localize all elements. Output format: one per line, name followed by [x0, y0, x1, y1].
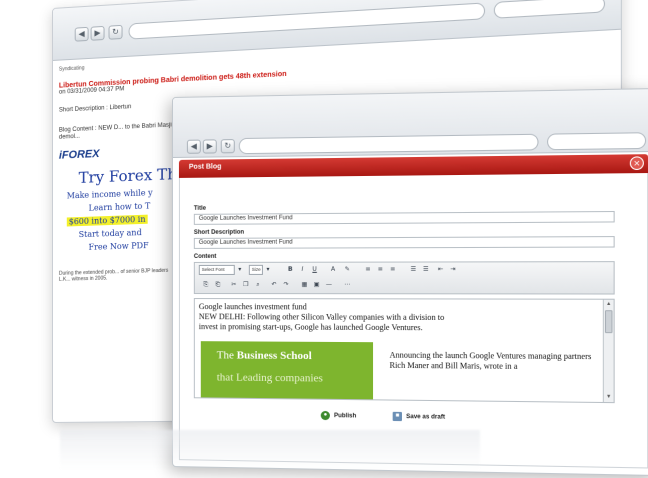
forward-arrow-icon[interactable]: ▶ — [90, 25, 105, 41]
refresh-icon[interactable]: ↻ — [220, 139, 235, 154]
font-dropdown-icon[interactable]: ▾ — [235, 265, 245, 275]
editor-line-3: invest in promising start-ups, Google ha… — [198, 322, 423, 333]
publish-label: Publish — [334, 413, 357, 420]
back-arrow-icon[interactable]: ◀ — [74, 26, 89, 42]
front-browser-window: ◀ ▶ ↻ Post Blog × Title Google Launches … — [172, 87, 648, 477]
green-ad-line-1: The Business School — [216, 349, 312, 363]
size-select[interactable]: Size — [248, 264, 263, 275]
image-icon[interactable]: ▣ — [312, 280, 322, 290]
search-bar[interactable] — [547, 132, 647, 151]
save-draft-button[interactable]: ■ Save as draft — [392, 411, 446, 422]
toolbar-row-1: Select Font ▾ Size ▾ B I U A ✎ ≡ ≡ ≡ ☰ ☰… — [198, 264, 609, 277]
ad-line-highlight: $600 into $7000 in — [66, 214, 148, 227]
scroll-thumb[interactable] — [604, 310, 613, 334]
business-school-ad[interactable]: The Business School that Leading compani… — [200, 341, 374, 404]
bold-button[interactable]: B — [285, 265, 295, 275]
url-bar[interactable] — [238, 133, 539, 155]
publish-icon: ● — [320, 410, 330, 421]
cut-icon[interactable]: ✂ — [229, 280, 239, 290]
horizontal-rule-icon[interactable]: — — [324, 280, 334, 290]
editor-text: Google launches investment fund NEW DELH… — [195, 299, 597, 337]
content-label: Content — [193, 253, 217, 260]
redo-icon[interactable]: ↷ — [281, 280, 291, 290]
source-icon[interactable]: ⋯ — [340, 280, 354, 290]
front-browser-chrome: ◀ ▶ ↻ — [172, 89, 648, 158]
bullet-list-icon[interactable]: ☰ — [421, 265, 431, 275]
undo-icon[interactable]: ↶ — [269, 280, 279, 290]
short-description-input[interactable]: Google Launches Investment Fund — [193, 236, 615, 249]
url-bar[interactable] — [128, 2, 486, 40]
panel-title: Post Blog — [188, 163, 222, 171]
toolbar-row-2: ⎘ ⎗ ✂ ❐ ⌕ ↶ ↷ ▦ ▣ — ⋯ — [199, 280, 609, 293]
window-reflection — [60, 430, 480, 470]
copy-icon[interactable]: ❐ — [241, 280, 251, 290]
editor-scrollbar[interactable]: ▲ ▼ — [602, 299, 614, 403]
form-actions: ● Publish ■ Save as draft — [180, 406, 647, 431]
align-center-icon[interactable]: ≡ — [375, 265, 385, 275]
short-description-label: Short Description — [193, 229, 245, 236]
font-select[interactable]: Select Font — [198, 264, 235, 275]
post-blog-form: Title Google Launches Investment Fund Sh… — [178, 173, 648, 469]
table-icon[interactable]: ▦ — [299, 280, 309, 290]
highlight-icon[interactable]: ✎ — [342, 265, 352, 275]
content-editor[interactable]: Google launches investment fund NEW DELH… — [193, 298, 615, 404]
paste-word-icon[interactable]: ⎗ — [213, 280, 223, 290]
indent-icon[interactable]: ⇥ — [448, 265, 458, 275]
title-input[interactable]: Google Launches Investment Fund — [193, 210, 615, 225]
underline-button[interactable]: U — [310, 265, 320, 275]
size-dropdown-icon[interactable]: ▾ — [263, 265, 273, 275]
forward-arrow-icon[interactable]: ▶ — [202, 139, 217, 154]
save-draft-label: Save as draft — [406, 414, 446, 421]
outdent-icon[interactable]: ⇤ — [435, 265, 445, 275]
close-icon[interactable]: × — [629, 156, 644, 171]
back-arrow-icon[interactable]: ◀ — [186, 139, 201, 154]
refresh-icon[interactable]: ↻ — [108, 24, 123, 40]
align-right-icon[interactable]: ≡ — [387, 265, 397, 275]
editor-right-text: Announcing the launch Google Ventures ma… — [389, 350, 592, 371]
find-icon[interactable]: ⌕ — [253, 280, 263, 290]
title-label: Title — [193, 205, 207, 212]
paste-icon[interactable]: ⎘ — [201, 280, 211, 290]
save-icon: ■ — [392, 411, 402, 422]
green-ad-line-2: that Leading companies — [216, 371, 323, 385]
back-footer-text: During the extended prob... of senior BJ… — [58, 267, 169, 283]
search-bar[interactable] — [493, 0, 606, 19]
align-left-icon[interactable]: ≡ — [363, 265, 373, 275]
font-color-icon[interactable]: A — [328, 265, 338, 275]
scroll-up-icon[interactable]: ▲ — [605, 301, 613, 308]
scroll-down-icon[interactable]: ▼ — [605, 394, 613, 401]
numbered-list-icon[interactable]: ☰ — [408, 265, 418, 275]
blog-content-text: Blog Content : NEW D... to the Babri Mas… — [58, 122, 176, 141]
publish-button[interactable]: ● Publish — [320, 410, 357, 421]
editor-toolbar: Select Font ▾ Size ▾ B I U A ✎ ≡ ≡ ≡ ☰ ☰… — [193, 261, 615, 295]
italic-button[interactable]: I — [297, 265, 307, 275]
